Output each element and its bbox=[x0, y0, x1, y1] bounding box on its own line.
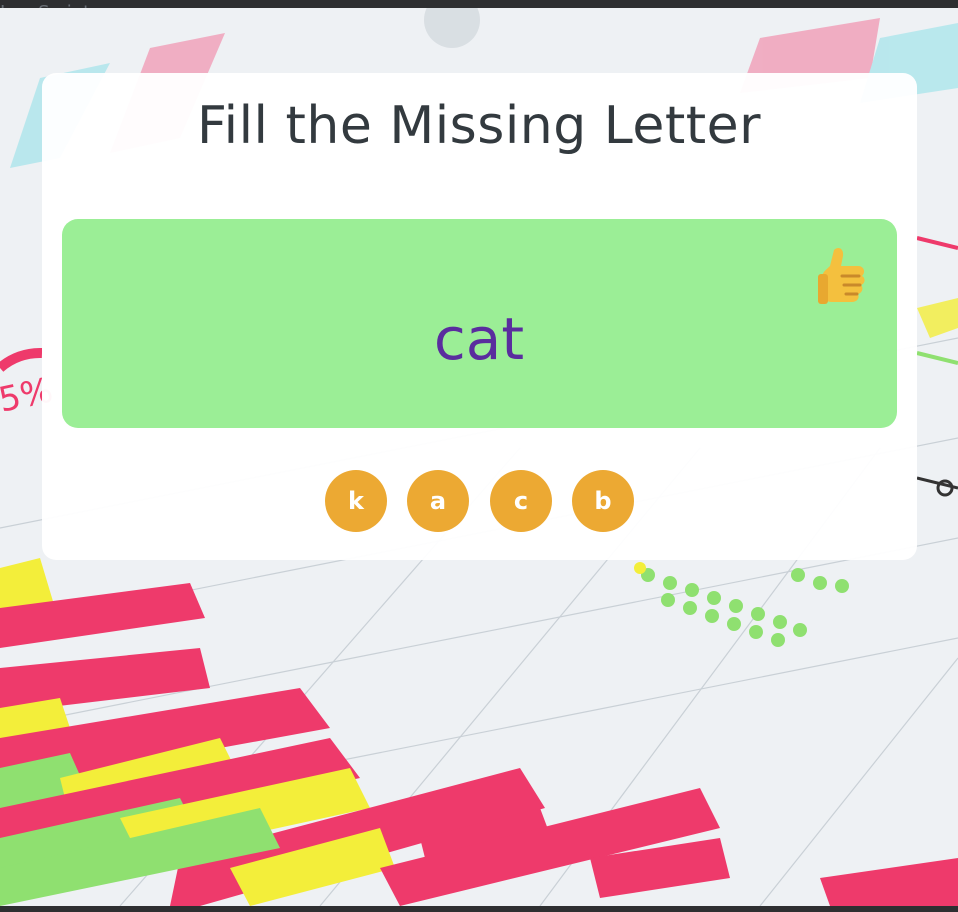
choice-button-b[interactable]: b bbox=[572, 470, 634, 532]
choice-button-a[interactable]: a bbox=[407, 470, 469, 532]
window-top-bar bbox=[0, 0, 958, 8]
letter-choices: k a c b bbox=[0, 470, 958, 532]
thumbs-up-icon bbox=[812, 244, 872, 308]
word-display: cat bbox=[433, 305, 525, 373]
window-bottom-bar bbox=[0, 906, 958, 912]
choice-button-c[interactable]: c bbox=[490, 470, 552, 532]
choice-button-k[interactable]: k bbox=[325, 470, 387, 532]
game-title: Fill the Missing Letter bbox=[197, 96, 761, 156]
